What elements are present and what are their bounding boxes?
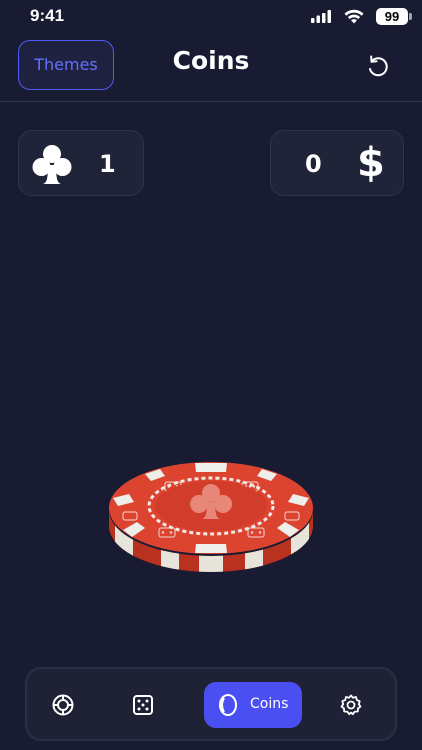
gear-icon [340,694,362,716]
dice-icon [133,695,153,715]
status-time: 9:41 [30,6,65,25]
club-icon [32,145,72,184]
header-divider [0,101,422,102]
nav-item-settings[interactable] [333,682,369,728]
poker-chip-icon [52,694,74,716]
poker-chip-icon[interactable] [105,450,317,576]
nav-item-coins[interactable]: Coins [204,682,302,728]
page-title: Coins [172,46,250,75]
battery-tip [409,13,412,20]
dollar-icon: $ [357,140,385,186]
nav-item-chips[interactable] [45,682,81,728]
dollars-count: 0 [305,150,322,178]
cellular-signal-icon [311,10,331,23]
coin-icon [219,694,237,716]
battery-icon: 99 [376,8,408,25]
reset-icon[interactable] [362,50,394,82]
wifi-icon [344,9,364,24]
nav-item-dice[interactable] [125,682,161,728]
clubs-counter-card: 1 [18,130,144,196]
clubs-count: 1 [99,150,116,178]
status-bar: 9:41 99 [0,0,422,34]
dollars-counter-card: 0 $ [270,130,404,196]
nav-label-coins: Coins [250,696,289,712]
bottom-nav: Coins [25,667,397,741]
